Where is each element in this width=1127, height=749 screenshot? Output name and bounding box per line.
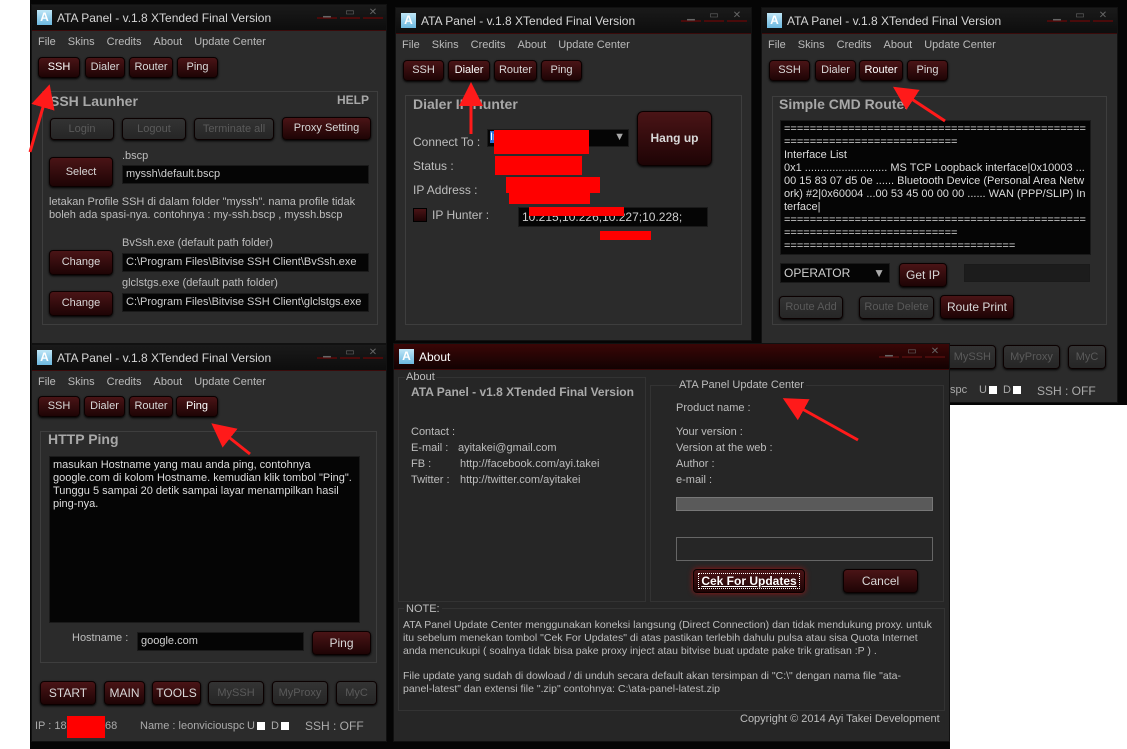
arrow-router-tab [892, 86, 946, 123]
arrow-update-center [782, 398, 859, 442]
annotation-arrows [28, 82, 946, 456]
arrow-ssh-tab [28, 84, 55, 153]
arrow-ping-tab [211, 423, 251, 456]
